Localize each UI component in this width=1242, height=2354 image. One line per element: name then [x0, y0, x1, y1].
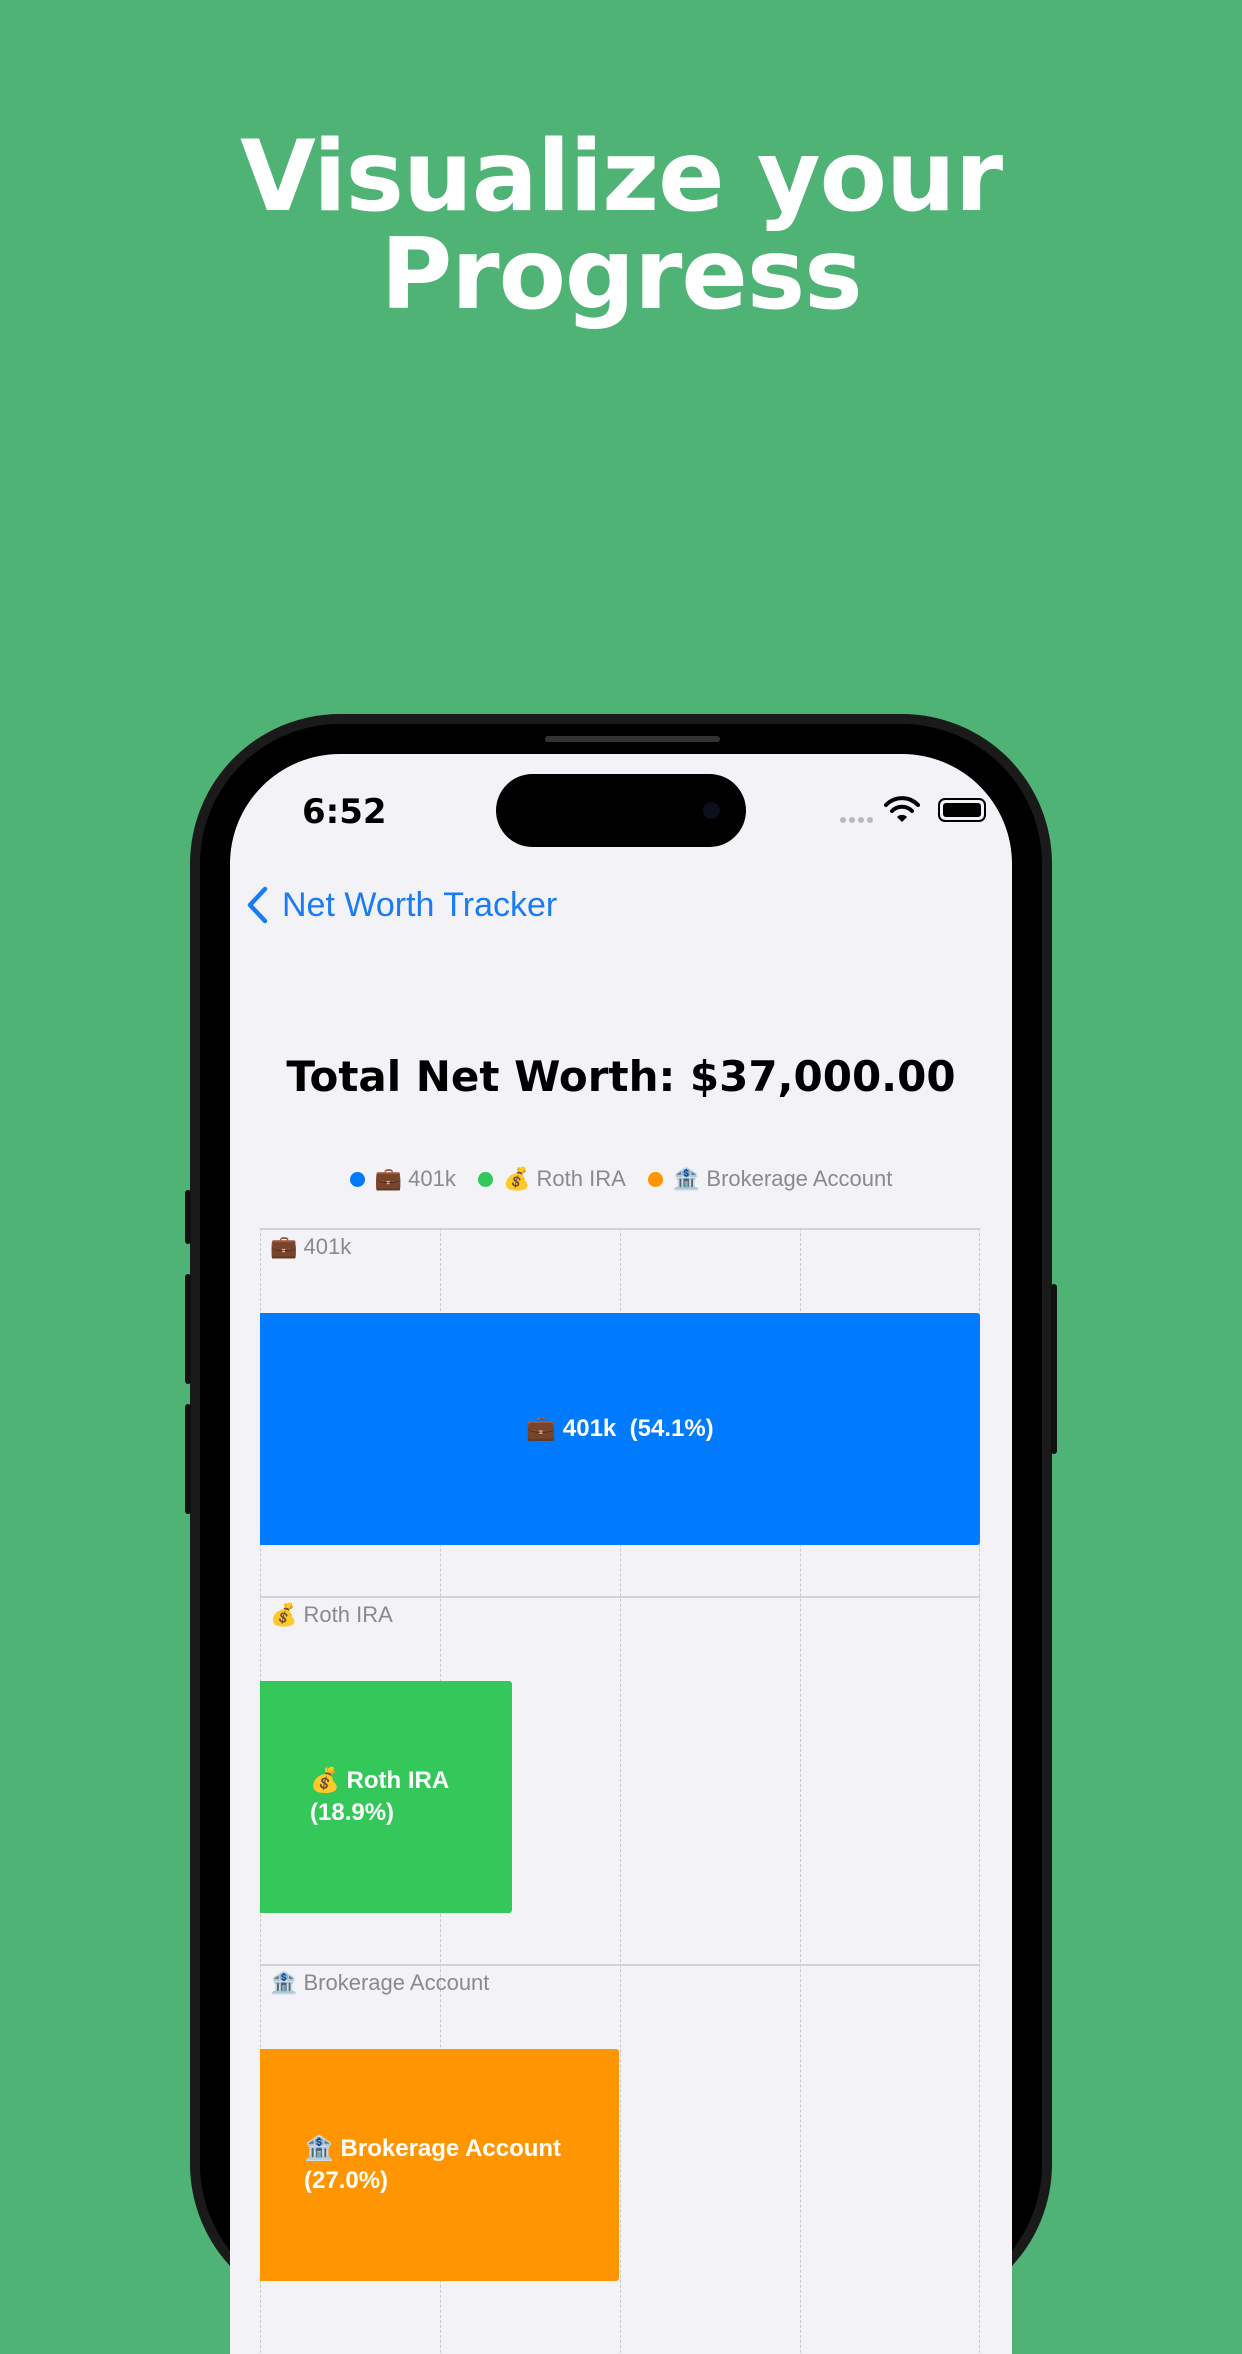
volume-up-button: [185, 1274, 191, 1384]
legend-dot-401k: [349, 1171, 365, 1187]
row-label-401k: 💼 401k: [270, 1234, 352, 1259]
signal-icon: [840, 810, 880, 823]
row-label-roth-ira: 💰 Roth IRA: [270, 1602, 393, 1627]
bar-label-brokerage: 🏦 Brokerage Account (27.0%): [304, 2133, 561, 2197]
bar-401k[interactable]: 💼 401k (54.1%): [260, 1313, 980, 1545]
row-divider: [260, 1964, 980, 1966]
wifi-icon: [884, 796, 920, 822]
bar-label-roth-ira: 💰 Roth IRA (18.9%): [310, 1765, 449, 1829]
bar-label-401k-pct: (54.1%): [629, 1415, 714, 1442]
row-divider: [260, 1596, 980, 1598]
phone-frame: 6:52 Net Worth Tracker Total Net Worth: …: [185, 714, 1057, 2354]
bar-brokerage[interactable]: 🏦 Brokerage Account (27.0%): [260, 2049, 619, 2281]
legend-item-roth-ira: 💰 Roth IRA: [478, 1166, 626, 1192]
mute-switch: [185, 1190, 191, 1244]
bar-label-roth-pct: (18.9%): [310, 1799, 395, 1826]
bar-label-401k: 💼 401k (54.1%): [526, 1413, 713, 1445]
headline: Visualize your Progress: [0, 128, 1242, 324]
back-button[interactable]: Net Worth Tracker: [246, 882, 557, 928]
headline-line-2: Progress: [380, 218, 862, 332]
legend-label-brokerage: 🏦 Brokerage Account: [672, 1166, 893, 1191]
legend-label-401k: 💼 401k: [374, 1166, 456, 1191]
chevron-left-icon: [247, 886, 268, 924]
back-button-label: Net Worth Tracker: [282, 885, 558, 924]
screen: 6:52 Net Worth Tracker Total Net Worth: …: [230, 754, 1012, 2354]
legend-item-401k: 💼 401k: [349, 1166, 456, 1192]
camera-icon: [703, 802, 720, 819]
legend-dot-roth-ira: [478, 1171, 494, 1187]
row-divider: [260, 1228, 980, 1230]
row-label-brokerage: 🏦 Brokerage Account: [270, 1970, 490, 1995]
headline-line-1: Visualize your: [239, 120, 1003, 234]
legend-label-roth-ira: 💰 Roth IRA: [503, 1166, 626, 1191]
dynamic-island: [496, 774, 746, 847]
total-net-worth: Total Net Worth: $37,000.00: [286, 1052, 956, 1101]
bar-label-brokerage-pct: (27.0%): [304, 2167, 389, 2194]
bar-roth-ira[interactable]: 💰 Roth IRA (18.9%): [260, 1681, 512, 1913]
chart-legend: 💼 401k 💰 Roth IRA 🏦 Brokerage Account: [230, 1166, 1012, 1193]
status-time: 6:52: [302, 792, 387, 832]
legend-dot-brokerage: [647, 1171, 663, 1187]
volume-down-button: [185, 1404, 191, 1514]
battery-icon: [938, 798, 986, 822]
bar-label-roth-name: 💰 Roth IRA: [310, 1767, 450, 1794]
bar-label-brokerage-name: 🏦 Brokerage Account: [304, 2135, 562, 2162]
bar-label-401k-name: 💼 401k: [526, 1415, 617, 1442]
allocation-chart: 💼 401k 💰 Roth IRA 🏦 Brokerage Account 💼 …: [260, 1228, 980, 2354]
legend-item-brokerage: 🏦 Brokerage Account: [647, 1166, 893, 1192]
power-button: [1051, 1284, 1057, 1454]
speaker-grille: [545, 736, 720, 742]
